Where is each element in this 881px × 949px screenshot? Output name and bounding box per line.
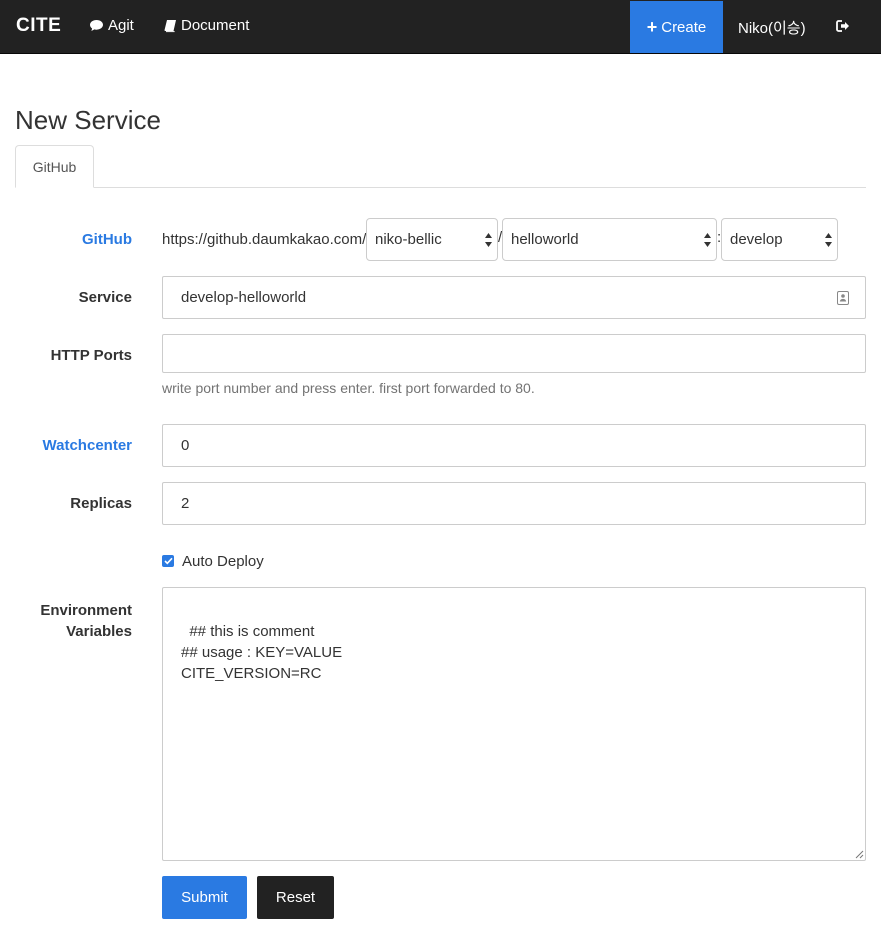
check-icon [163,557,173,565]
watchcenter-input[interactable]: 0 [162,424,866,467]
watchcenter-value: 0 [181,437,190,454]
nav-agit-link[interactable]: Agit [89,17,134,34]
service-input[interactable]: develop-helloworld [162,276,866,319]
tab-bar: GitHub [15,145,866,188]
contact-card-icon[interactable] [837,291,849,305]
select-arrows-icon [704,233,711,247]
env-label-line1: Environment [40,602,132,619]
service-value: develop-helloworld [181,289,307,306]
nav-document-link[interactable]: Document [164,17,249,34]
page-title: New Service [15,105,161,135]
reset-button[interactable]: Reset [257,876,334,919]
auto-deploy-checkbox[interactable] [162,555,174,567]
comment-icon [89,19,104,32]
http-ports-input[interactable] [162,334,866,373]
env-value: ## this is comment ## usage : KEY=VALUE … [181,623,343,682]
nav-agit-label: Agit [108,17,134,34]
plus-icon: + [646,17,658,37]
nav-document-label: Document [181,17,250,34]
brand-logo[interactable]: CITE [16,15,61,37]
submit-button[interactable]: Submit [162,876,247,919]
logout-button[interactable] [836,19,854,33]
env-label-line2: Variables [66,623,132,640]
github-org-value: niko-bellic [375,231,442,248]
http-ports-label: HTTP Ports [50,347,132,364]
top-navbar: CITE Agit Document + Create Niko(이승) [0,0,881,54]
create-button[interactable]: + Create [630,1,723,53]
github-org-select[interactable]: niko-bellic [366,218,498,261]
select-arrows-icon [825,233,832,247]
select-arrows-icon [485,233,492,247]
replicas-value: 2 [181,495,190,512]
github-branch-select[interactable]: develop [721,218,838,261]
env-textarea[interactable]: ## this is comment ## usage : KEY=VALUE … [162,587,866,861]
tab-github[interactable]: GitHub [15,145,94,188]
http-ports-help: write port number and press enter. first… [162,380,535,396]
sign-out-icon [836,19,850,33]
github-label[interactable]: GitHub [82,231,132,248]
github-branch-value: develop [730,231,783,248]
resize-grip-icon[interactable] [854,849,864,859]
service-label: Service [78,289,132,306]
user-menu[interactable]: Niko(이승) [738,17,806,38]
replicas-label: Replicas [70,495,132,512]
auto-deploy-label[interactable]: Auto Deploy [182,553,264,570]
github-url-prefix: https://github.daumkakao.com/ [162,231,367,248]
env-label: Environment Variables [40,600,132,642]
github-repo-select[interactable]: helloworld [502,218,717,261]
create-label: Create [661,18,707,36]
github-repo-value: helloworld [511,231,579,248]
replicas-input[interactable]: 2 [162,482,866,525]
book-icon [164,19,177,33]
watchcenter-label[interactable]: Watchcenter [43,437,132,454]
